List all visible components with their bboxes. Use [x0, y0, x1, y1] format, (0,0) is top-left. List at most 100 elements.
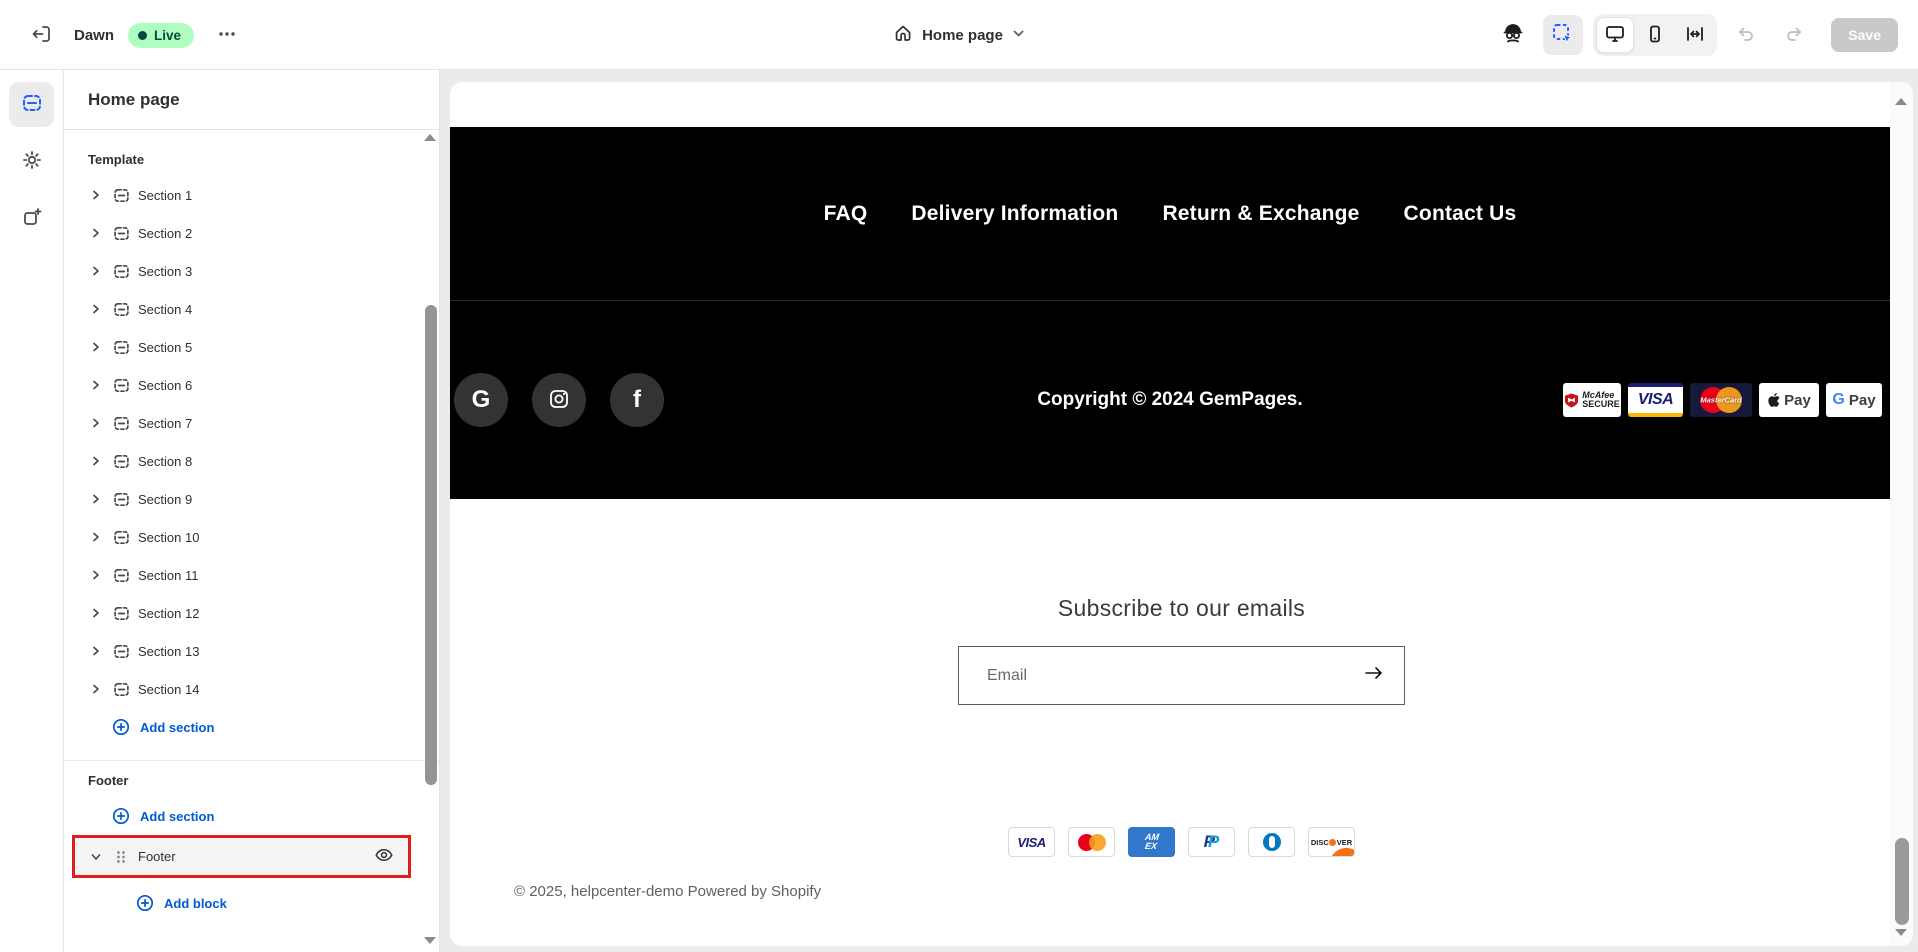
section-icon	[112, 376, 130, 394]
sidebar-scroll-down-arrow[interactable]	[424, 937, 436, 944]
incognito-user-icon	[1501, 22, 1525, 49]
apple-pay-badge: Pay	[1759, 383, 1819, 417]
section-icon	[112, 300, 130, 318]
sidebar-section-row[interactable]: Section 7	[64, 404, 439, 442]
exit-icon	[30, 23, 52, 48]
select-element-tool-button[interactable]	[1543, 15, 1584, 55]
preview-scrollbar-thumb[interactable]	[1895, 838, 1909, 925]
footer-menu: FAQ Delivery Information Return & Exchan…	[450, 127, 1890, 300]
inspect-cursor-icon	[1551, 22, 1575, 49]
footer-section-row-selected[interactable]: Footer	[72, 835, 411, 878]
chevron-right-icon[interactable]	[88, 377, 104, 393]
chevron-right-icon[interactable]	[88, 491, 104, 507]
chevron-right-icon[interactable]	[88, 225, 104, 241]
section-row-label: Section 5	[138, 339, 193, 355]
chevron-right-icon[interactable]	[88, 681, 104, 697]
exit-editor-button[interactable]	[22, 16, 60, 54]
chevron-right-icon[interactable]	[88, 567, 104, 583]
google-g-icon: G	[1832, 391, 1845, 408]
sidebar-section-row[interactable]: Section 13	[64, 632, 439, 670]
chevron-right-icon[interactable]	[88, 339, 104, 355]
section-row-label: Section 13	[138, 643, 200, 659]
footer-menu-link[interactable]: Contact Us	[1404, 202, 1517, 226]
device-desktop-button[interactable]	[1596, 17, 1635, 53]
preview-scrollbar[interactable]	[1890, 82, 1913, 946]
section-row-label: Section 7	[138, 415, 193, 431]
section-row-label: Section 9	[138, 491, 193, 507]
sidebar-section-row[interactable]: Section 3	[64, 252, 439, 290]
section-row-label: Section 1	[138, 187, 193, 203]
more-actions-button[interactable]	[208, 16, 246, 54]
device-fullwidth-button[interactable]	[1676, 17, 1714, 53]
left-icon-rail	[0, 70, 64, 952]
chevron-right-icon[interactable]	[88, 605, 104, 621]
sidebar-scrollbar-thumb[interactable]	[425, 305, 437, 785]
sidebar-scroll-up-arrow[interactable]	[424, 134, 436, 141]
preview-inspector-button[interactable]	[1493, 15, 1533, 55]
preview-scroll-down-arrow[interactable]	[1895, 929, 1907, 936]
newsletter-submit-button[interactable]	[1344, 647, 1404, 704]
chevron-right-icon[interactable]	[88, 263, 104, 279]
topbar-center: Home page	[893, 0, 1025, 70]
rail-sections-button[interactable]	[9, 82, 54, 127]
facebook-social-button[interactable]: f	[610, 373, 664, 427]
sidebar-section-row[interactable]: Section 9	[64, 480, 439, 518]
section-icon	[112, 680, 130, 698]
footer-menu-link[interactable]: FAQ	[824, 202, 868, 226]
sidebar-section-row[interactable]: Section 14	[64, 670, 439, 708]
footer-bottom-row: G f Copyright © 2024 GemPages. McAfee SE…	[450, 301, 1890, 499]
discover-payment-icon: DISC VER	[1308, 827, 1355, 857]
preview-scroll-up-arrow[interactable]	[1895, 98, 1907, 105]
sidebar-section-row[interactable]: Section 1	[64, 176, 439, 214]
chevron-down-icon[interactable]	[88, 849, 104, 865]
email-input[interactable]	[959, 666, 1344, 685]
section-row-label: Section 2	[138, 225, 193, 241]
undo-button[interactable]	[1727, 16, 1765, 54]
chevron-right-icon[interactable]	[88, 187, 104, 203]
plus-circle-icon	[112, 807, 130, 825]
page-title: Home page	[88, 89, 180, 109]
gear-icon	[21, 149, 43, 174]
sidebar-section-row[interactable]: Section 4	[64, 290, 439, 328]
sidebar-section-row[interactable]: Section 11	[64, 556, 439, 594]
rail-theme-settings-button[interactable]	[9, 139, 54, 184]
toggle-visibility-button[interactable]	[372, 845, 396, 869]
sidebar-section-row[interactable]: Section 6	[64, 366, 439, 404]
rail-apps-button[interactable]	[9, 196, 54, 241]
template-group-label: Template	[88, 152, 145, 167]
gempages-footer-section[interactable]: FAQ Delivery Information Return & Exchan…	[450, 127, 1890, 499]
section-row-label: Section 4	[138, 301, 193, 317]
footer-row-label: Footer	[138, 849, 176, 864]
powered-by-shopify-link[interactable]: Powered by Shopify	[688, 883, 821, 900]
page-selector-dropdown[interactable]: Home page	[922, 27, 1025, 44]
sidebar-section-row[interactable]: Section 8	[64, 442, 439, 480]
sidebar-section-row[interactable]: Section 10	[64, 518, 439, 556]
add-block-button[interactable]: Add block	[64, 884, 439, 922]
full-width-icon	[1684, 23, 1706, 48]
section-row-label: Section 10	[138, 529, 200, 545]
device-mobile-button[interactable]	[1636, 17, 1674, 53]
instagram-social-button[interactable]	[532, 373, 586, 427]
redo-button[interactable]	[1775, 16, 1813, 54]
add-section-button[interactable]: Add section	[64, 708, 439, 746]
footer-add-section-button[interactable]: Add section	[64, 797, 439, 835]
ellipsis-icon	[217, 24, 237, 47]
drag-handle-icon[interactable]	[112, 848, 130, 866]
section-row-label: Section 8	[138, 453, 193, 469]
chevron-right-icon[interactable]	[88, 301, 104, 317]
chevron-right-icon[interactable]	[88, 529, 104, 545]
device-preview-segmented	[1593, 14, 1718, 56]
chevron-right-icon[interactable]	[88, 415, 104, 431]
redo-icon	[1784, 24, 1804, 47]
footer-menu-link[interactable]: Return & Exchange	[1162, 202, 1359, 226]
newsletter-section: Subscribe to our emails	[450, 499, 1913, 705]
discover-dot-icon	[1329, 838, 1337, 846]
sidebar-section-row[interactable]: Section 2	[64, 214, 439, 252]
sidebar-section-row[interactable]: Section 12	[64, 594, 439, 632]
chevron-right-icon[interactable]	[88, 453, 104, 469]
save-button[interactable]: Save	[1831, 18, 1898, 52]
google-social-button[interactable]: G	[454, 373, 508, 427]
sidebar-section-row[interactable]: Section 5	[64, 328, 439, 366]
chevron-right-icon[interactable]	[88, 643, 104, 659]
footer-menu-link[interactable]: Delivery Information	[911, 202, 1118, 226]
